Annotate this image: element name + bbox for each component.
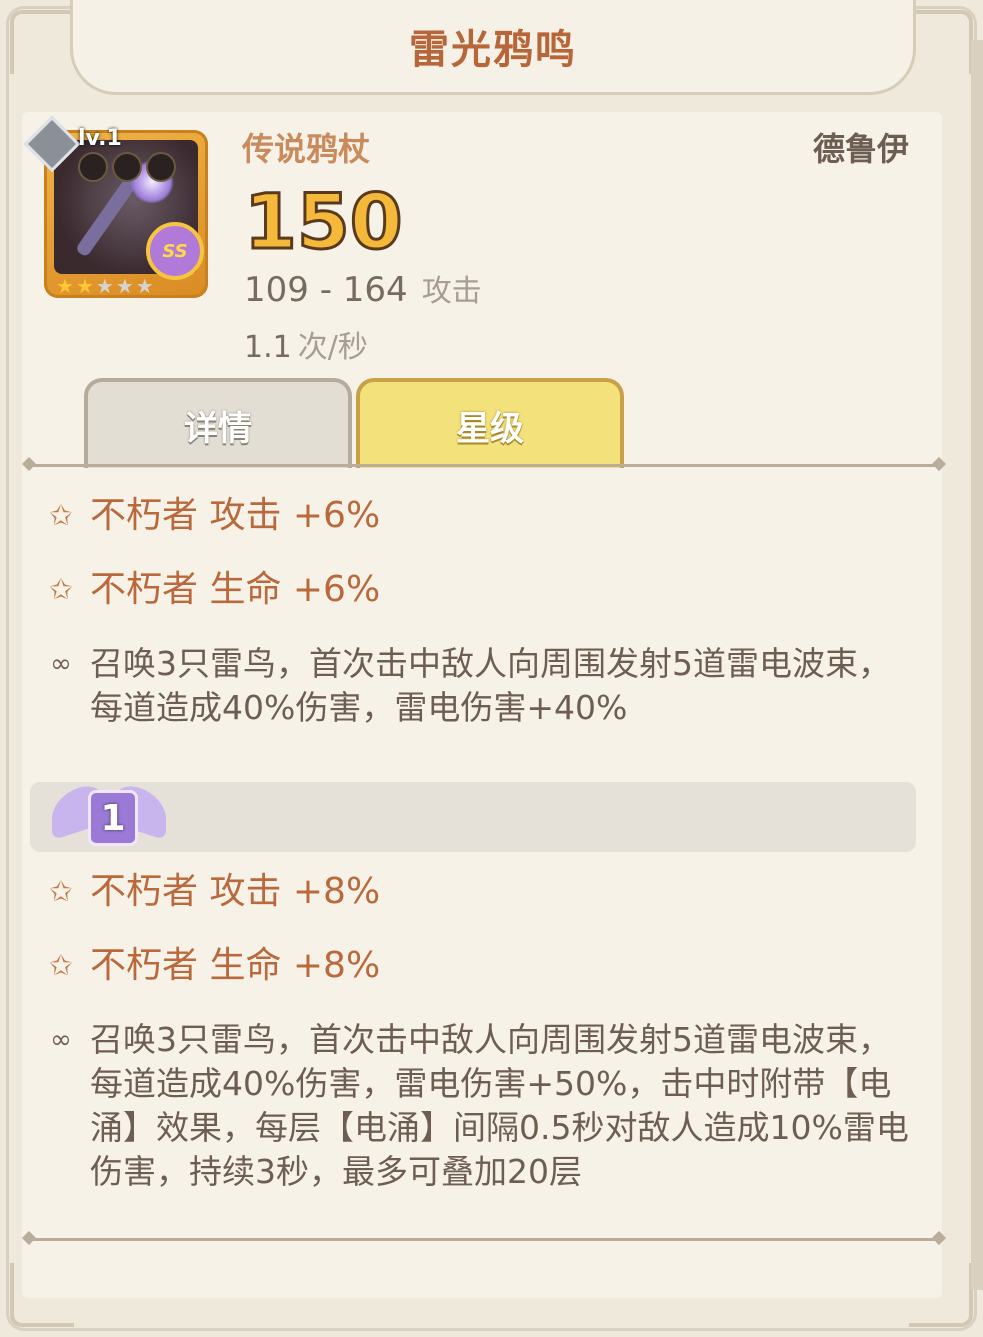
star-empty-icon: ★	[135, 274, 154, 298]
divider	[28, 1238, 940, 1241]
divider	[28, 464, 940, 467]
star-outline-icon: ✩	[49, 573, 73, 606]
skill-row: ∞ 召唤3只雷鸟，首次击中敌人向周围发射5道雷电波束，每道造成40%伤害，雷电伤…	[44, 642, 910, 730]
tab-star-level[interactable]: 星级	[356, 378, 624, 468]
grade-badge: SS	[146, 222, 204, 280]
stat-text: 不朽者 生命 +8%	[90, 945, 381, 986]
stat-text: 不朽者 生命 +6%	[90, 569, 381, 610]
star-outline-icon: ✩	[49, 499, 73, 532]
stat-text: 不朽者 攻击 +6%	[90, 495, 381, 536]
weapon-type: 传说鸦杖	[242, 130, 371, 168]
tier-number: 1	[88, 790, 138, 846]
tab-details-label: 详情	[184, 408, 252, 449]
star-rating: ★ ★ ★ ★ ★	[56, 276, 154, 296]
tier-wing-badge: 1	[52, 779, 166, 850]
tab-details[interactable]: 详情	[84, 378, 352, 468]
lock-socket-icon	[146, 152, 176, 182]
stat-row: ✩ 不朽者 攻击 +6%	[44, 494, 380, 538]
title-bar: 雷光鸦鸣	[70, 0, 916, 95]
star-outline-icon: ✩	[49, 949, 73, 982]
chain-link-icon: ∞	[50, 649, 72, 679]
frame-corner-ornament	[909, 10, 973, 74]
skill-description: 召唤3只雷鸟，首次击中敌人向周围发射5道雷电波束，每道造成40%伤害，雷电伤害+…	[90, 644, 891, 727]
star-filled-icon: ★	[75, 274, 94, 298]
stat-row: ✩ 不朽者 生命 +8%	[44, 944, 380, 988]
stat-text: 不朽者 攻击 +8%	[90, 871, 381, 912]
chain-link-icon: ∞	[50, 1025, 72, 1055]
scroll-track[interactable]	[971, 40, 983, 1290]
weapon-class: 德鲁伊	[812, 130, 909, 168]
grade-badge-label: SS	[162, 240, 188, 262]
stat-row: ✩ 不朽者 生命 +6%	[44, 568, 380, 612]
damage-range-unit: 攻击	[421, 274, 482, 309]
attack-speed-value: 1.1	[244, 330, 292, 365]
star-outline-icon: ✩	[49, 875, 73, 908]
attack-speed-unit: 次/秒	[297, 330, 368, 365]
weapon-level: lv.1	[78, 126, 122, 151]
gem-socket-icon	[78, 152, 108, 182]
skill-row: ∞ 召唤3只雷鸟，首次击中敌人向周围发射5道雷电波束，每道造成40%伤害，雷电伤…	[44, 1018, 910, 1194]
tab-star-level-label: 星级	[456, 408, 524, 449]
weapon-damage: 150	[243, 177, 405, 266]
star-empty-icon: ★	[95, 274, 114, 298]
attack-speed: 1.1 次/秒	[244, 322, 368, 366]
frame-corner-ornament	[10, 10, 74, 74]
gem-socket-icon	[112, 152, 142, 182]
damage-range-value: 109 - 164	[244, 270, 408, 310]
skill-description: 召唤3只雷鸟，首次击中敌人向周围发射5道雷电波束，每道造成40%伤害，雷电伤害+…	[90, 1020, 909, 1191]
star-empty-icon: ★	[115, 274, 134, 298]
star-filled-icon: ★	[56, 274, 74, 298]
damage-range: 109 - 164 攻击	[244, 266, 482, 310]
stat-row: ✩ 不朽者 攻击 +8%	[44, 870, 380, 914]
page-title: 雷光鸦鸣	[409, 27, 577, 73]
